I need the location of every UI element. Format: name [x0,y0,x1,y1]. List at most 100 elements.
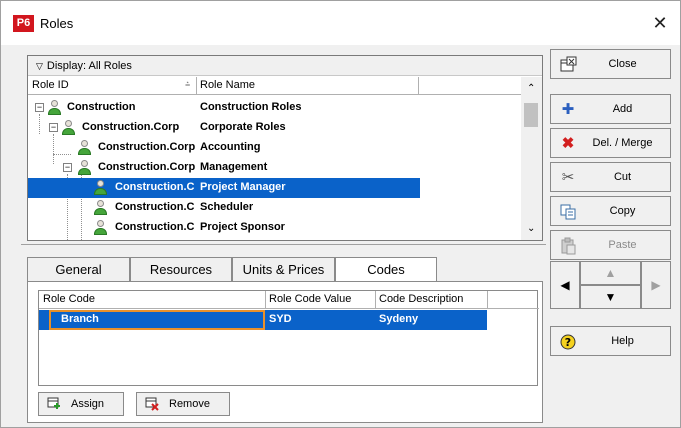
cut-label: Cut [613,171,632,183]
help-icon: ? [559,333,577,351]
p6-app-icon: P6 [13,15,34,32]
role-code-cell[interactable]: Branch [61,313,99,325]
scroll-up-icon[interactable]: ⌃ [527,83,535,94]
display-filter-bar[interactable]: ▽ Display: All Roles [28,56,542,76]
scissors-icon: ✂ [561,169,575,186]
tab-codes[interactable]: Codes [335,257,437,282]
help-label: Help [611,335,634,347]
chevron-down-icon[interactable]: ▽ [36,61,43,71]
table-row[interactable]: Branch SYD Sydeny [39,310,487,330]
roles-grid-header: Role ID ⩮ Role Name [28,77,521,95]
move-right-button[interactable]: ▶ [641,261,671,309]
add-label: Add [612,103,633,115]
role-name: Corporate Roles [200,121,286,133]
tree-row[interactable]: Construction.Corp Accounting [28,138,420,158]
role-id: Construction.C [115,201,195,213]
delete-icon: ✖ [561,135,575,152]
tab-general[interactable]: General [27,257,130,281]
copy-button[interactable]: Copy [550,196,671,226]
del-merge-label: Del. / Merge [592,137,653,149]
tree-row[interactable]: Construction.C Project Sponsor [28,218,420,238]
role-icon [77,160,91,176]
assign-label: Assign [71,398,105,410]
title-bar: P6 Roles ✕ [1,1,680,45]
paste-icon [559,237,577,255]
role-name: Construction Roles [200,101,302,113]
role-name: Management [200,161,268,173]
role-name: Project Sponsor [200,221,285,233]
copy-label: Copy [609,205,636,217]
add-icon: ✚ [561,101,575,118]
help-button[interactable]: ? Help [550,326,671,356]
splitter[interactable] [21,244,546,245]
navigation-pad: ◀ ▲ ▼ ▶ [550,261,671,309]
window-title: Roles [40,16,74,31]
role-code-value-cell[interactable]: SYD [269,313,292,325]
tree-row[interactable]: − Construction Construction Roles [28,98,420,118]
remove-label: Remove [169,398,210,410]
paste-label: Paste [608,239,637,251]
svg-text:?: ? [565,336,571,349]
codes-grid: Role Code Role Code Value Code Descripti… [38,290,539,386]
vertical-scrollbar[interactable]: ⌃ ⌄ [521,77,542,240]
details-tabs: General Resources Units & Prices Codes [27,257,543,282]
role-icon [93,180,107,196]
assign-icon [47,397,61,411]
tree-row[interactable]: Construction.C Scheduler [28,198,420,218]
column-header-role-code-value[interactable]: Role Code Value [269,293,351,305]
column-header-role-name[interactable]: Role Name [200,79,255,91]
add-button[interactable]: ✚ Add [550,94,671,124]
collapse-toggle[interactable]: − [49,123,58,132]
role-icon [77,140,91,156]
role-icon [93,220,107,236]
copy-icon [559,203,577,221]
move-left-button[interactable]: ◀ [550,261,580,309]
role-id: Construction.C [115,181,195,193]
column-divider[interactable] [375,291,376,309]
assign-button[interactable]: Assign [38,392,124,416]
tab-units-prices[interactable]: Units & Prices [232,257,335,281]
column-divider[interactable] [196,77,197,95]
close-button[interactable]: Close [550,49,671,79]
collapse-toggle[interactable]: − [63,163,72,172]
roles-dialog: P6 Roles ✕ ▽ Display: All Roles Role ID ⩮… [0,0,681,428]
close-label: Close [608,58,637,70]
role-id: Construction.C [115,221,195,233]
close-window-icon [559,56,577,74]
sort-icon[interactable]: ⩮ [185,79,190,90]
remove-button[interactable]: Remove [136,392,230,416]
role-id: Construction.Corp [98,141,196,153]
cut-button[interactable]: ✂ Cut [550,162,671,192]
role-name: Scheduler [200,201,254,213]
roles-tree-panel: ▽ Display: All Roles Role ID ⩮ Role Name … [27,55,543,241]
tree-row-selected[interactable]: Construction.C Project Manager [28,178,420,198]
remove-icon [145,397,159,411]
role-icon [93,200,107,216]
code-description-cell[interactable]: Sydeny [379,313,418,325]
del-merge-button[interactable]: ✖ Del. / Merge [550,128,671,158]
tab-resources[interactable]: Resources [130,257,232,281]
scrollbar-thumb[interactable] [524,103,538,127]
paste-button[interactable]: Paste [550,230,671,260]
window-close-icon[interactable]: ✕ [650,13,670,33]
role-id: Construction [67,101,136,113]
column-divider[interactable] [418,77,419,95]
column-divider[interactable] [487,291,488,309]
tree-row[interactable]: − Construction.Corp Corporate Roles [28,118,420,138]
codes-tab-panel: Role Code Role Code Value Code Descripti… [27,281,543,423]
role-icon [47,100,61,116]
collapse-toggle[interactable]: − [35,103,44,112]
column-header-code-description[interactable]: Code Description [379,293,463,305]
role-icon [61,120,75,136]
column-header-role-code[interactable]: Role Code [43,293,95,305]
role-id: Construction.Corp [82,121,180,133]
column-header-role-id[interactable]: Role ID [32,79,69,91]
role-name: Project Manager [200,181,286,193]
move-up-button[interactable]: ▲ [580,261,641,285]
role-id: Construction.Corp [98,161,196,173]
codes-grid-header: Role Code Role Code Value Code Descripti… [39,291,539,309]
tree-row[interactable]: − Construction.Corp Management [28,158,420,178]
move-down-button[interactable]: ▼ [580,285,641,309]
column-divider[interactable] [265,291,266,309]
scroll-down-icon[interactable]: ⌄ [527,223,535,234]
